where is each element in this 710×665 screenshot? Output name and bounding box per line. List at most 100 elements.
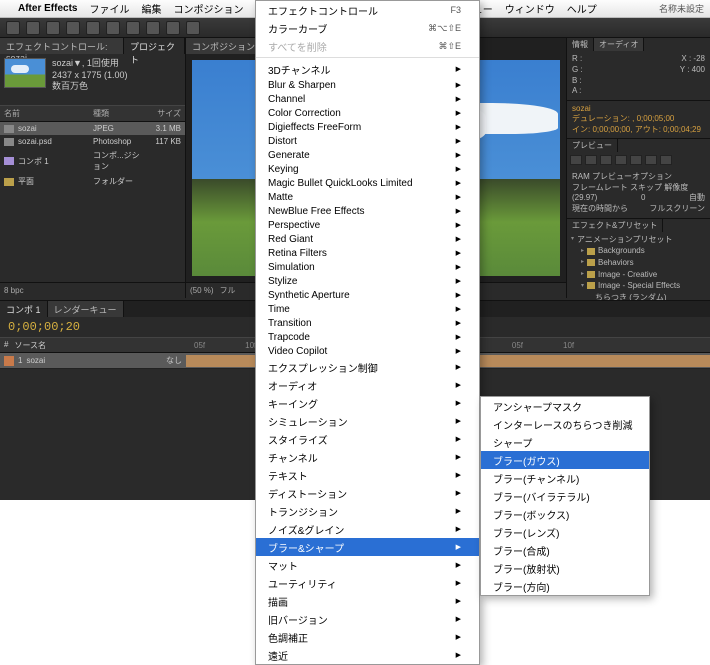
tool-brush[interactable] bbox=[186, 21, 200, 35]
menu-category[interactable]: Channel▶ bbox=[256, 92, 479, 106]
tab-comp1[interactable]: コンポ 1 bbox=[0, 301, 48, 317]
project-row[interactable]: sozai JPEG 3.1 MB bbox=[0, 122, 185, 135]
tab-render-queue[interactable]: レンダーキュー bbox=[48, 301, 124, 317]
res-dropdown[interactable]: フル bbox=[220, 285, 236, 296]
submenu-item[interactable]: シャープ bbox=[481, 433, 649, 451]
menu-edit[interactable]: 編集 bbox=[141, 1, 161, 16]
tool-pan-behind[interactable] bbox=[106, 21, 120, 35]
menu-category[interactable]: Simulation▶ bbox=[256, 260, 479, 274]
col-name[interactable]: 名前 bbox=[4, 108, 93, 119]
first-frame-button[interactable] bbox=[570, 155, 582, 165]
menu-category[interactable]: 色調補正▶ bbox=[256, 628, 479, 646]
submenu-item[interactable]: ブラー(バイラテラル) bbox=[481, 487, 649, 505]
loop-button[interactable] bbox=[645, 155, 657, 165]
menu-category[interactable]: Digieffects FreeForm▶ bbox=[256, 120, 479, 134]
play-button[interactable] bbox=[600, 155, 612, 165]
tool-rotate[interactable] bbox=[66, 21, 80, 35]
menu-category[interactable]: シミュレーション▶ bbox=[256, 412, 479, 430]
tab-preview[interactable]: プレビュー bbox=[567, 139, 618, 152]
menu-category[interactable]: Transition▶ bbox=[256, 316, 479, 330]
menu-category[interactable]: キーイング▶ bbox=[256, 394, 479, 412]
bpc-button[interactable]: 8 bpc bbox=[4, 286, 24, 295]
menu-help[interactable]: ヘルプ bbox=[567, 1, 597, 16]
menu-category[interactable]: 遠近▶ bbox=[256, 646, 479, 664]
zoom-dropdown[interactable]: (50 %) bbox=[190, 286, 214, 295]
menu-category[interactable]: オーディオ▶ bbox=[256, 376, 479, 394]
menu-window[interactable]: ウィンドウ bbox=[505, 1, 555, 16]
preset-folder[interactable]: Image - Special Effects bbox=[571, 280, 706, 292]
preset-folder[interactable]: Behaviors bbox=[571, 257, 706, 269]
menu-category[interactable]: 描画▶ bbox=[256, 592, 479, 610]
submenu-item[interactable]: インターレースのちらつき削減 bbox=[481, 415, 649, 433]
submenu-item[interactable]: ブラー(ガウス) bbox=[481, 451, 649, 469]
menu-category[interactable]: Matte▶ bbox=[256, 190, 479, 204]
tool-selection[interactable] bbox=[6, 21, 20, 35]
tool-text[interactable] bbox=[166, 21, 180, 35]
menu-item-effect-controls[interactable]: エフェクトコントロールF3 bbox=[256, 1, 479, 19]
menu-category[interactable]: Stylize▶ bbox=[256, 274, 479, 288]
menu-category[interactable]: Trapcode▶ bbox=[256, 330, 479, 344]
submenu-item[interactable]: ブラー(放射状) bbox=[481, 559, 649, 577]
res-dropdown[interactable]: 自動 bbox=[689, 193, 705, 204]
menu-category[interactable]: Video Copilot▶ bbox=[256, 344, 479, 358]
tool-pen[interactable] bbox=[146, 21, 160, 35]
menu-category[interactable]: エクスプレッション制御▶ bbox=[256, 358, 479, 376]
mute-button[interactable] bbox=[660, 155, 672, 165]
menu-category[interactable]: Keying▶ bbox=[256, 162, 479, 176]
menu-category[interactable]: Blur & Sharpen▶ bbox=[256, 78, 479, 92]
tab-info[interactable]: 情報 bbox=[567, 38, 594, 51]
menu-category[interactable]: マット▶ bbox=[256, 556, 479, 574]
menu-item-color-curve[interactable]: カラーカーブ⌘⌥⇧E bbox=[256, 19, 479, 37]
project-row[interactable]: sozai.psd Photoshop 117 KB bbox=[0, 135, 185, 148]
menu-category[interactable]: トランジション▶ bbox=[256, 502, 479, 520]
tab-effects-presets[interactable]: エフェクト&プリセット bbox=[567, 219, 663, 232]
tool-zoom[interactable] bbox=[46, 21, 60, 35]
menu-category[interactable]: Retina Filters▶ bbox=[256, 246, 479, 260]
menu-category[interactable]: ブラー&シャープ▶ bbox=[256, 538, 479, 556]
tool-hand[interactable] bbox=[26, 21, 40, 35]
menu-category[interactable]: ノイズ&グレイン▶ bbox=[256, 520, 479, 538]
menu-category[interactable]: スタイライズ▶ bbox=[256, 430, 479, 448]
last-frame-button[interactable] bbox=[630, 155, 642, 165]
submenu-item[interactable]: アンシャープマスク bbox=[481, 397, 649, 415]
submenu-item[interactable]: ブラー(方向) bbox=[481, 577, 649, 595]
menu-category[interactable]: Distort▶ bbox=[256, 134, 479, 148]
next-frame-button[interactable] bbox=[615, 155, 627, 165]
submenu-item[interactable]: ブラー(ボックス) bbox=[481, 505, 649, 523]
prev-frame-button[interactable] bbox=[585, 155, 597, 165]
col-type[interactable]: 種類 bbox=[93, 108, 143, 119]
menu-category[interactable]: Generate▶ bbox=[256, 148, 479, 162]
menu-category[interactable]: ディストーション▶ bbox=[256, 484, 479, 502]
app-name[interactable]: After Effects bbox=[18, 3, 77, 14]
submenu-item[interactable]: ブラー(チャンネル) bbox=[481, 469, 649, 487]
col-size[interactable]: サイズ bbox=[143, 108, 181, 119]
preset-folder[interactable]: Backgrounds bbox=[571, 245, 706, 257]
menu-category[interactable]: ユーティリティ▶ bbox=[256, 574, 479, 592]
preset-folder[interactable]: アニメーションプリセット bbox=[571, 234, 706, 246]
tab-audio[interactable]: オーディオ bbox=[594, 38, 644, 51]
preset-folder[interactable]: Image - Creative bbox=[571, 269, 706, 281]
fps-dropdown[interactable]: (29.97) bbox=[572, 193, 597, 204]
menu-category[interactable]: 旧バージョン▶ bbox=[256, 610, 479, 628]
tab-effect-controls[interactable]: エフェクトコントロール: sozai bbox=[0, 38, 124, 54]
submenu-item[interactable]: ブラー(レンズ) bbox=[481, 523, 649, 541]
menu-category[interactable]: Time▶ bbox=[256, 302, 479, 316]
menu-category[interactable]: Color Correction▶ bbox=[256, 106, 479, 120]
tool-shape[interactable] bbox=[126, 21, 140, 35]
tool-camera[interactable] bbox=[86, 21, 100, 35]
menu-category[interactable]: NewBlue Free Effects▶ bbox=[256, 204, 479, 218]
menu-category[interactable]: Perspective▶ bbox=[256, 218, 479, 232]
menu-category[interactable]: Red Giant▶ bbox=[256, 232, 479, 246]
skip-dropdown[interactable]: 0 bbox=[641, 193, 645, 204]
submenu-item[interactable]: ブラー(合成) bbox=[481, 541, 649, 559]
menu-file[interactable]: ファイル bbox=[89, 1, 129, 16]
project-row[interactable]: 平面 フォルダー bbox=[0, 174, 185, 189]
menu-category[interactable]: Magic Bullet QuickLooks Limited▶ bbox=[256, 176, 479, 190]
menu-category[interactable]: テキスト▶ bbox=[256, 466, 479, 484]
menu-category[interactable]: 3Dチャンネル▶ bbox=[256, 60, 479, 78]
tab-project[interactable]: プロジェクト bbox=[124, 38, 185, 54]
menu-category[interactable]: チャンネル▶ bbox=[256, 448, 479, 466]
layer-color-swatch[interactable] bbox=[4, 356, 14, 366]
menu-composition[interactable]: コンポジション bbox=[173, 1, 243, 16]
menu-category[interactable]: Synthetic Aperture▶ bbox=[256, 288, 479, 302]
